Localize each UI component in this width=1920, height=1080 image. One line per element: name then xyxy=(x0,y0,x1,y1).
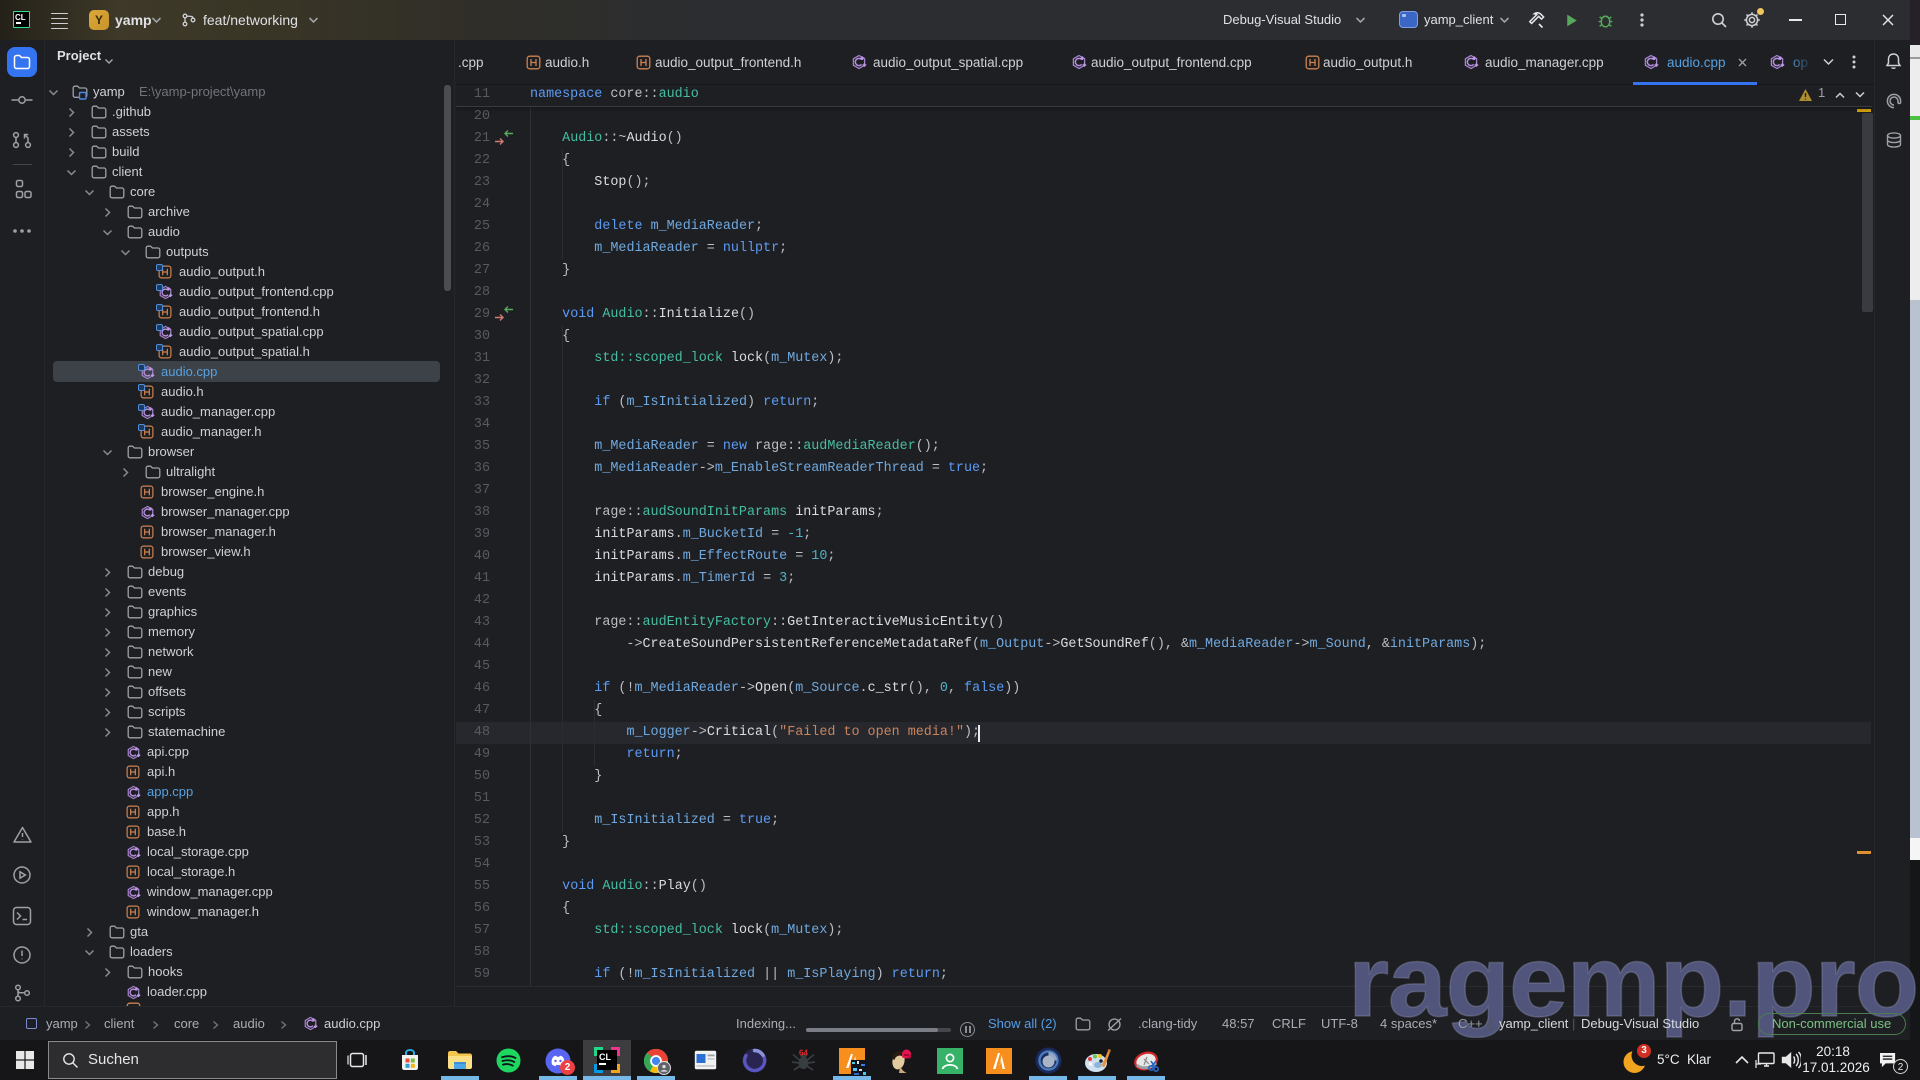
svg-text:64: 64 xyxy=(799,1049,808,1058)
